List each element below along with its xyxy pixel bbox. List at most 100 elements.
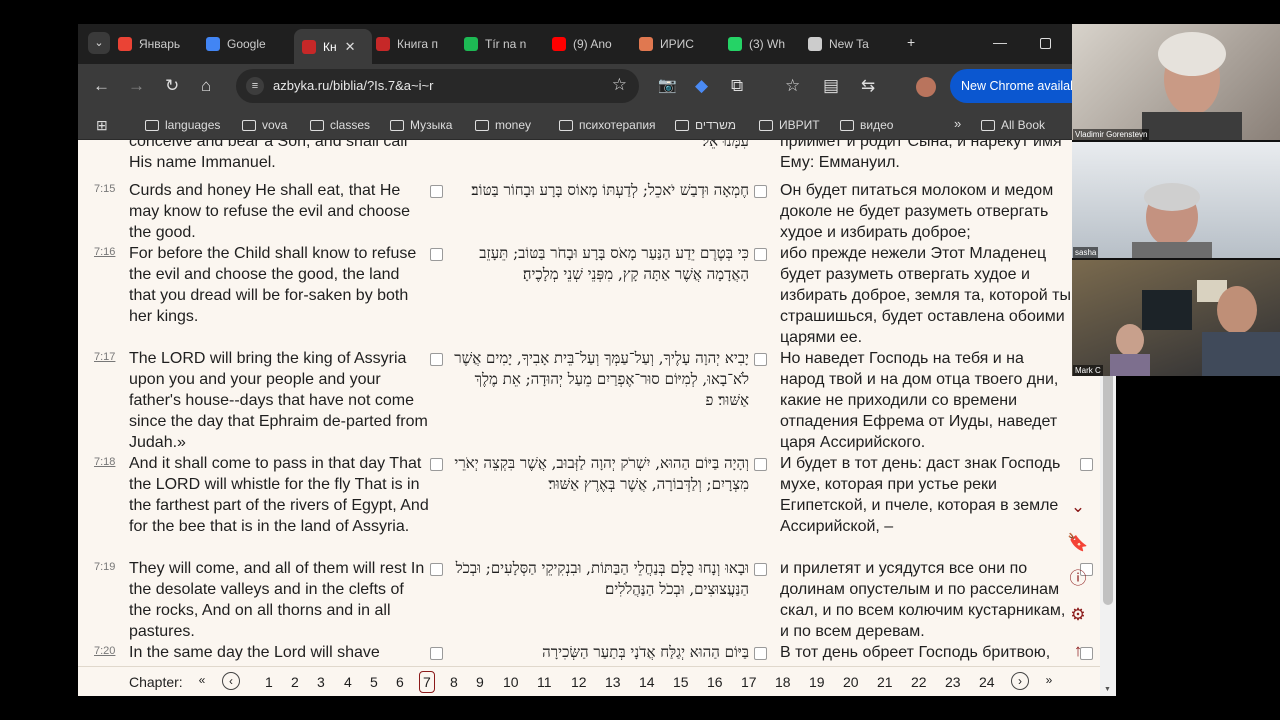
translate-icon[interactable]: ⇆ xyxy=(861,76,875,96)
bookmark-folder[interactable]: money xyxy=(475,118,531,132)
bookmark-folder[interactable]: ИВРИТ xyxy=(759,118,820,132)
bookmark-folder[interactable]: classes xyxy=(310,118,370,132)
bookmark-folder[interactable]: vova xyxy=(242,118,287,132)
tab[interactable]: Январь xyxy=(118,29,200,59)
verse-checkbox[interactable] xyxy=(430,563,443,576)
chevron-down-icon[interactable]: ⌄ xyxy=(1066,495,1090,519)
bookmarks-overflow-icon[interactable]: » xyxy=(954,116,961,131)
chapter-link[interactable]: 9 xyxy=(476,674,484,690)
apps-grid-icon[interactable]: ⊞ xyxy=(96,117,108,134)
chapter-link[interactable]: 21 xyxy=(877,674,893,690)
chapter-link[interactable]: 4 xyxy=(344,674,352,690)
tab-label: (3) Wh xyxy=(749,37,785,51)
bookmark-folder[interactable]: languages xyxy=(145,118,220,132)
verse-hebrew: וּבָאוּ וְנָחוּ כֻלָּם בְּנַחֲלֵי הַבַּת… xyxy=(455,559,749,598)
bookmark-folder[interactable]: Музыка xyxy=(390,118,452,132)
reading-list-icon[interactable]: ▤ xyxy=(823,76,839,96)
verse-checkbox[interactable] xyxy=(754,185,767,198)
verse-checkbox[interactable] xyxy=(430,248,443,261)
next-chapter-icon[interactable]: › xyxy=(1011,672,1029,690)
chapter-link[interactable]: 23 xyxy=(945,674,961,690)
tab-search-button[interactable]: ⌄ xyxy=(88,32,110,54)
chapter-link[interactable]: 24 xyxy=(979,674,995,690)
verse-checkbox[interactable] xyxy=(430,647,443,660)
chapter-link[interactable]: 15 xyxy=(673,674,689,690)
extension-icon[interactable]: ◆ xyxy=(695,76,708,96)
bookmark-all[interactable]: All Book xyxy=(981,118,1045,132)
tab[interactable]: New Ta xyxy=(808,29,880,59)
chapter-link[interactable]: 2 xyxy=(291,674,299,690)
back-icon[interactable]: ← xyxy=(93,76,110,96)
chapter-link[interactable]: 22 xyxy=(911,674,927,690)
tab[interactable]: Google xyxy=(206,29,288,59)
verse-checkbox[interactable] xyxy=(430,353,443,366)
tab[interactable]: Книга п xyxy=(376,29,458,59)
new-tab-button[interactable]: + xyxy=(907,34,915,50)
last-chapter-icon[interactable]: » xyxy=(1040,672,1058,690)
verse-checkbox[interactable] xyxy=(754,353,767,366)
forward-icon[interactable]: → xyxy=(128,76,145,96)
camera-icon[interactable]: 📷 xyxy=(658,76,677,96)
chapter-link[interactable]: 19 xyxy=(809,674,825,690)
reload-icon[interactable]: ↻ xyxy=(165,76,179,96)
profile-avatar[interactable] xyxy=(916,77,936,97)
first-chapter-icon[interactable]: « xyxy=(193,672,211,690)
bookmark-folder[interactable]: משרדים xyxy=(675,118,736,132)
folder-icon xyxy=(390,119,404,131)
chapter-link[interactable]: 11 xyxy=(537,674,552,690)
tab[interactable]: (3) Wh xyxy=(728,29,804,59)
chapter-link[interactable]: 10 xyxy=(503,674,519,690)
verse-russian: приимет и родит Сына, и нарекут имя Ему:… xyxy=(780,140,1062,171)
bookmark-folder[interactable]: психотерапия xyxy=(559,118,656,132)
verse-checkbox[interactable] xyxy=(754,647,767,660)
extensions-icon[interactable]: ⧉ xyxy=(731,76,743,96)
chapter-link[interactable]: 5 xyxy=(370,674,378,690)
chapter-link[interactable]: 1 xyxy=(265,674,273,690)
maximize-button[interactable] xyxy=(1040,38,1051,49)
bookmark-label: משרדים xyxy=(695,118,736,132)
scrollbar-thumb[interactable] xyxy=(1103,365,1113,605)
chapter-link[interactable]: 20 xyxy=(843,674,859,690)
prev-chapter-icon[interactable]: ‹ xyxy=(222,672,240,690)
minimize-button[interactable]: — xyxy=(993,34,1007,50)
bookmark-manager-icon[interactable]: ☆ xyxy=(785,76,800,96)
verse-checkbox[interactable] xyxy=(430,458,443,471)
verse-number[interactable]: 7:20 xyxy=(94,645,115,657)
chapter-link[interactable]: 18 xyxy=(775,674,791,690)
tab[interactable]: Кн ✕ xyxy=(294,29,372,64)
verse-checkbox[interactable] xyxy=(430,185,443,198)
info-icon[interactable]: ⓘ xyxy=(1066,567,1090,591)
bookmark-icon[interactable]: 🔖 xyxy=(1066,531,1090,555)
chapter-link[interactable]: 7 xyxy=(419,671,435,693)
scroll-down-arrow[interactable]: ▼ xyxy=(1104,686,1111,693)
verse-checkbox[interactable] xyxy=(754,563,767,576)
verse-checkbox[interactable] xyxy=(754,248,767,261)
tab[interactable]: Tír na n xyxy=(464,29,546,59)
tab[interactable]: (9) Ano xyxy=(552,29,634,59)
tab-label: Январь xyxy=(139,37,181,51)
chapter-link[interactable]: 14 xyxy=(639,674,655,690)
chapter-nav: Chapter: « ‹ 1 2 3 4 5 6 7 8 9 10 11 12 13 14 15 16 17 18… xyxy=(78,666,1100,696)
bookmark-folder[interactable]: видео xyxy=(840,118,893,132)
site-info-icon[interactable]: ≡ xyxy=(246,77,264,95)
bookmark-star-icon[interactable]: ☆ xyxy=(612,75,627,95)
verse-checkbox[interactable] xyxy=(1080,458,1093,471)
chapter-link[interactable]: 8 xyxy=(450,674,458,690)
settings-icon[interactable]: ⚙ xyxy=(1066,603,1090,627)
home-icon[interactable]: ⌂ xyxy=(201,76,211,96)
chapter-link[interactable]: 16 xyxy=(707,674,723,690)
chapter-link[interactable]: 12 xyxy=(571,674,587,690)
verse-number[interactable]: 7:18 xyxy=(94,456,115,468)
tab[interactable]: ИРИС xyxy=(639,29,721,59)
close-tab-icon[interactable]: ✕ xyxy=(345,39,356,55)
chapter-link[interactable]: 17 xyxy=(741,674,757,690)
chapter-link[interactable]: 3 xyxy=(317,674,325,690)
chapter-link[interactable]: 6 xyxy=(396,674,404,690)
verse-number[interactable]: 7:16 xyxy=(94,246,115,258)
scroll-top-icon[interactable]: ↑ xyxy=(1066,639,1090,663)
bookmark-label: психотерапия xyxy=(579,118,656,132)
address-bar[interactable]: ≡ azbyka.ru/biblia/?Is.7&a~i~r ☆ xyxy=(236,69,639,103)
chapter-link[interactable]: 13 xyxy=(605,674,621,690)
verse-number[interactable]: 7:17 xyxy=(94,351,115,363)
verse-checkbox[interactable] xyxy=(754,458,767,471)
